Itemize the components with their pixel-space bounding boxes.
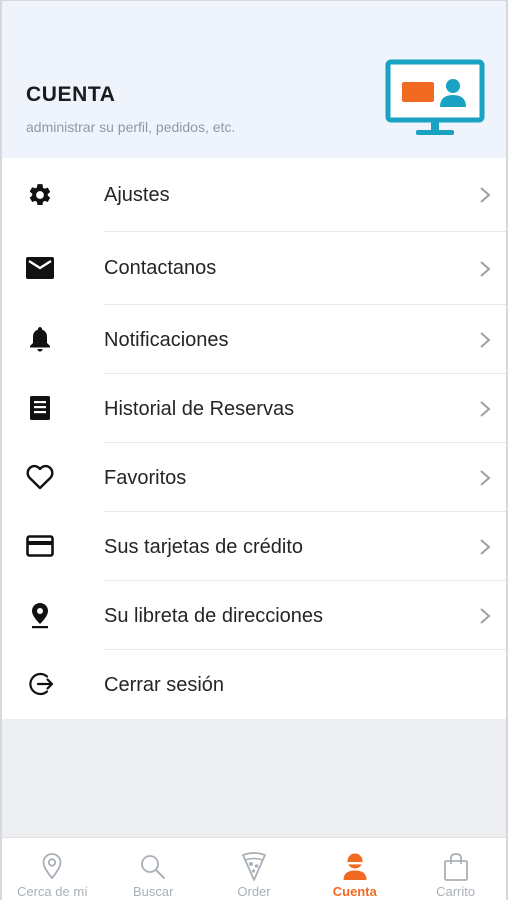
heart-icon bbox=[26, 463, 54, 491]
menu-item-label: Notificaciones bbox=[104, 329, 229, 351]
location-pin-icon bbox=[26, 601, 54, 629]
chevron-right-icon bbox=[480, 608, 491, 624]
menu-item-label: Sus tarjetas de crédito bbox=[104, 536, 303, 558]
account-header: CUENTA administrar su perfil, pedidos, e… bbox=[2, 1, 506, 158]
profile-monitor-icon bbox=[385, 59, 485, 135]
chevron-right-icon bbox=[480, 261, 491, 277]
menu-item-contactanos[interactable]: Contactanos bbox=[2, 232, 506, 305]
envelope-icon bbox=[26, 254, 54, 282]
tab-carrito[interactable]: Carrito bbox=[405, 838, 506, 900]
pizza-icon bbox=[240, 852, 268, 882]
tab-cerca-de-mi[interactable]: Cerca de mí bbox=[2, 838, 103, 900]
tab-label: Cerca de mí bbox=[16, 884, 88, 899]
logout-icon bbox=[26, 670, 54, 698]
menu-item-cerrar-sesion[interactable]: Cerrar sesión bbox=[2, 650, 506, 719]
menu-item-notificaciones[interactable]: Notificaciones bbox=[2, 305, 506, 374]
menu-item-ajustes[interactable]: Ajustes bbox=[2, 158, 506, 232]
menu-item-label: Su libreta de direcciones bbox=[104, 605, 324, 627]
menu-item-label: Favoritos bbox=[104, 467, 187, 489]
receipt-icon bbox=[26, 394, 54, 422]
menu-item-historial[interactable]: Historial de Reservas bbox=[2, 374, 506, 443]
tab-label: Carrito bbox=[436, 884, 476, 899]
menu-item-favoritos[interactable]: Favoritos bbox=[2, 443, 506, 512]
chevron-right-icon bbox=[480, 470, 491, 486]
chevron-right-icon bbox=[480, 332, 491, 348]
tab-label: Order bbox=[237, 884, 271, 899]
tab-cuenta[interactable]: Cuenta bbox=[304, 838, 405, 900]
user-icon bbox=[341, 852, 369, 882]
gear-icon bbox=[26, 181, 54, 209]
search-icon bbox=[139, 852, 167, 882]
menu-item-label: Ajustes bbox=[104, 184, 170, 206]
shopping-bag-icon bbox=[442, 852, 470, 882]
tab-label: Buscar bbox=[132, 884, 174, 899]
tab-buscar[interactable]: Buscar bbox=[103, 838, 204, 900]
empty-area bbox=[2, 719, 506, 837]
bell-icon bbox=[26, 325, 54, 353]
chevron-right-icon bbox=[480, 401, 491, 417]
chevron-right-icon bbox=[480, 187, 491, 203]
map-pin-icon bbox=[38, 852, 66, 882]
chevron-right-icon bbox=[480, 539, 491, 555]
bottom-tab-bar: Cerca de mí Buscar Order Cuenta Carrito bbox=[2, 837, 506, 900]
page-title: CUENTA bbox=[26, 83, 116, 106]
tab-label: Cuenta bbox=[332, 884, 377, 899]
menu-item-label: Cerrar sesión bbox=[104, 674, 225, 696]
menu-item-label: Contactanos bbox=[104, 257, 217, 279]
credit-card-icon bbox=[26, 532, 54, 560]
page-subtitle: administrar su perfil, pedidos, etc. bbox=[26, 119, 236, 135]
menu-item-direcciones[interactable]: Su libreta de direcciones bbox=[2, 581, 506, 650]
account-menu: Ajustes Contactanos Notificaciones Histo… bbox=[2, 158, 506, 719]
tab-order[interactable]: Order bbox=[204, 838, 305, 900]
menu-item-label: Historial de Reservas bbox=[104, 398, 295, 420]
menu-item-tarjetas[interactable]: Sus tarjetas de crédito bbox=[2, 512, 506, 581]
